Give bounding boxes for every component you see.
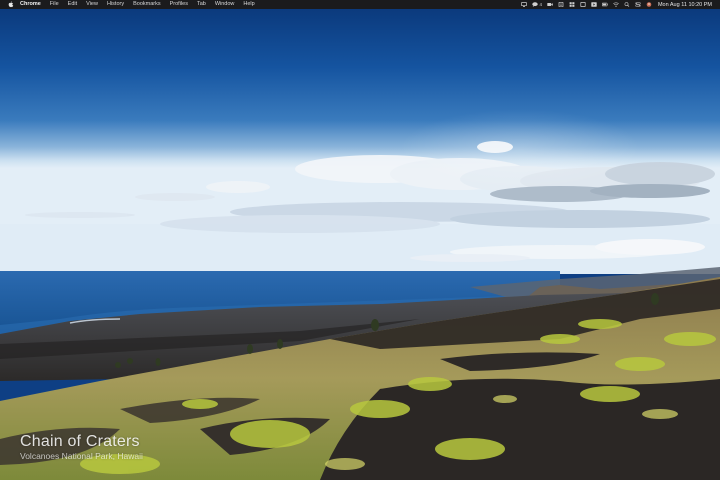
camera-icon[interactable] [547, 2, 553, 7]
menu-edit[interactable]: Edit [68, 0, 77, 9]
menu-history[interactable]: History [107, 0, 124, 9]
box-icon[interactable] [580, 2, 586, 7]
control-center-icon[interactable] [635, 2, 641, 7]
menu-bookmarks[interactable]: Bookmarks [133, 0, 161, 9]
wallpaper-title: Chain of Craters [20, 433, 140, 450]
search-icon[interactable] [624, 2, 630, 7]
screen-mirror-icon[interactable] [521, 2, 528, 7]
notification-count: 4 [539, 2, 542, 7]
chat-icon[interactable] [532, 2, 539, 7]
menu-help[interactable]: Help [243, 0, 254, 9]
menu-bar: Chrome File Edit View History Bookmarks … [0, 0, 720, 9]
wallpaper-caption: Chain of Craters Volcanoes National Park… [20, 433, 143, 461]
menu-file[interactable]: File [50, 0, 59, 9]
play-icon[interactable] [591, 2, 597, 7]
menu-window[interactable]: Window [215, 0, 235, 9]
menu-view[interactable]: View [86, 0, 98, 9]
clipboard-icon[interactable] [558, 2, 564, 7]
desktop-wallpaper [0, 9, 720, 480]
grid-icon[interactable] [569, 2, 575, 7]
menu-clock[interactable]: Mon Aug 11 10:20 PM [658, 2, 712, 8]
menu-tab[interactable]: Tab [197, 0, 206, 9]
battery-icon[interactable] [601, 2, 608, 7]
status-menu-area: 4 Mon Aug 11 10:20 PM [516, 0, 712, 9]
menu-app-name[interactable]: Chrome [20, 0, 41, 9]
user-icon[interactable] [646, 2, 652, 7]
apple-menu-icon[interactable] [8, 1, 14, 8]
wallpaper-subtitle: Volcanoes National Park, Hawaii [20, 451, 143, 461]
menu-profiles[interactable]: Profiles [170, 0, 188, 9]
wifi-icon[interactable] [613, 2, 619, 7]
